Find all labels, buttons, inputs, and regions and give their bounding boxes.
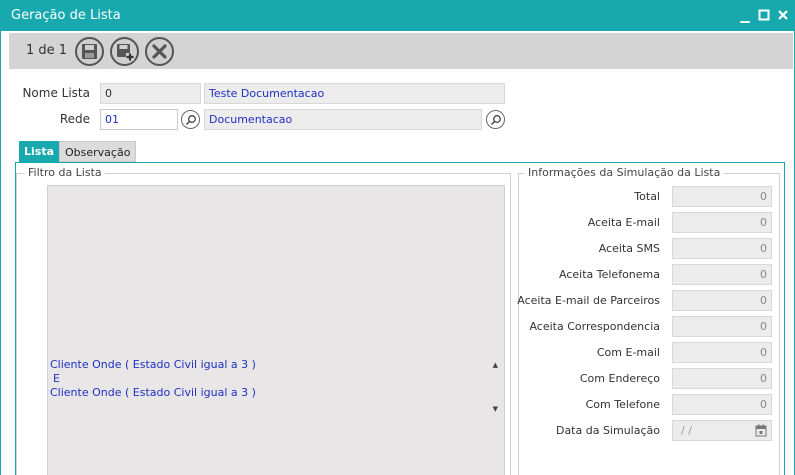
- filter-group-legend: Filtro da Lista: [25, 166, 105, 179]
- tab-observacao[interactable]: Observação: [59, 141, 137, 162]
- rede-label: Rede: [59, 112, 90, 126]
- record-pager: 1 de 1: [26, 43, 68, 58]
- sim-label-data-simulacao: Data da Simulação: [555, 424, 660, 437]
- sim-value-com-telefone: 0: [672, 394, 772, 415]
- save-button[interactable]: [75, 37, 104, 66]
- filter-line: Cliente Onde ( Estado Civil igual a 3 ): [50, 386, 256, 399]
- minimize-icon[interactable]: ▁: [738, 9, 752, 23]
- title-bar[interactable]: Geração de Lista ▁: [1, 0, 795, 31]
- rede-code-search-button[interactable]: [181, 110, 200, 129]
- sim-label-com-endereco: Com Endereço: [579, 372, 660, 385]
- sim-date-value: / /: [681, 424, 692, 437]
- sim-value-total: 0: [672, 186, 772, 207]
- sim-value-com-email: 0: [672, 342, 772, 363]
- search-icon: [490, 115, 501, 126]
- sim-label-aceita-telefonema: Aceita Telefonema: [559, 268, 660, 281]
- filter-line: Cliente Onde ( Estado Civil igual a 3 ): [50, 358, 256, 371]
- save-new-button[interactable]: [110, 37, 139, 66]
- tab-panel-lista: Filtro da Lista Cliente Onde ( Estado Ci…: [15, 162, 785, 475]
- nome-lista-label: Nome Lista: [22, 86, 90, 100]
- maximize-icon[interactable]: [757, 9, 771, 23]
- close-button[interactable]: [145, 37, 174, 66]
- window-title: Geração de Lista: [11, 8, 121, 23]
- sim-value-aceita-email-parceiros: 0: [672, 290, 772, 311]
- sim-label-com-telefone: Com Telefone: [585, 398, 660, 411]
- rede-search-button[interactable]: [486, 110, 505, 129]
- sim-label-aceita-sms: Aceita SMS: [598, 242, 660, 255]
- sim-label-aceita-correspondencia: Aceita Correspondencia: [529, 320, 660, 333]
- rede-field[interactable]: Documentacao: [204, 109, 482, 130]
- calendar-icon[interactable]: [755, 424, 767, 437]
- sim-value-aceita-sms: 0: [672, 238, 772, 259]
- x-circle-icon: [152, 44, 167, 59]
- filter-textarea[interactable]: Cliente Onde ( Estado Civil igual a 3 ) …: [47, 185, 505, 475]
- sim-date-field[interactable]: / /: [672, 420, 772, 441]
- sim-label-aceita-email-parceiros: Aceita E-mail de Parceiros: [517, 294, 660, 307]
- sim-label-aceita-email: Aceita E-mail: [587, 216, 660, 229]
- floppy-disk-icon: [82, 44, 97, 59]
- filter-line: E: [53, 372, 60, 385]
- sim-value-aceita-correspondencia: 0: [672, 316, 772, 337]
- sim-value-aceita-telefonema: 0: [672, 264, 772, 285]
- tab-lista[interactable]: Lista: [19, 141, 60, 162]
- sim-label-total: Total: [634, 190, 660, 203]
- sim-value-aceita-email: 0: [672, 212, 772, 233]
- sim-value-com-endereco: 0: [672, 368, 772, 389]
- floppy-disk-plus-icon: [117, 44, 134, 61]
- sim-label-com-email: Com E-mail: [596, 346, 660, 359]
- close-window-icon[interactable]: [776, 9, 790, 23]
- filter-group: Filtro da Lista Cliente Onde ( Estado Ci…: [16, 166, 511, 475]
- scroll-up-arrow[interactable]: ▲: [493, 361, 498, 369]
- scroll-down-arrow[interactable]: ▼: [493, 405, 498, 413]
- record-toolbar: 1 de 1: [9, 33, 793, 69]
- search-icon: [185, 115, 196, 126]
- nome-lista-code-field[interactable]: 0: [100, 83, 201, 104]
- simulation-group-legend: Informações da Simulação da Lista: [525, 166, 724, 179]
- nome-lista-field[interactable]: Teste Documentacao: [204, 83, 505, 104]
- rede-code-field[interactable]: 01: [100, 109, 178, 130]
- list-generation-window: Geração de Lista ▁ 1 de 1 Nome Lista 0 T…: [0, 0, 795, 475]
